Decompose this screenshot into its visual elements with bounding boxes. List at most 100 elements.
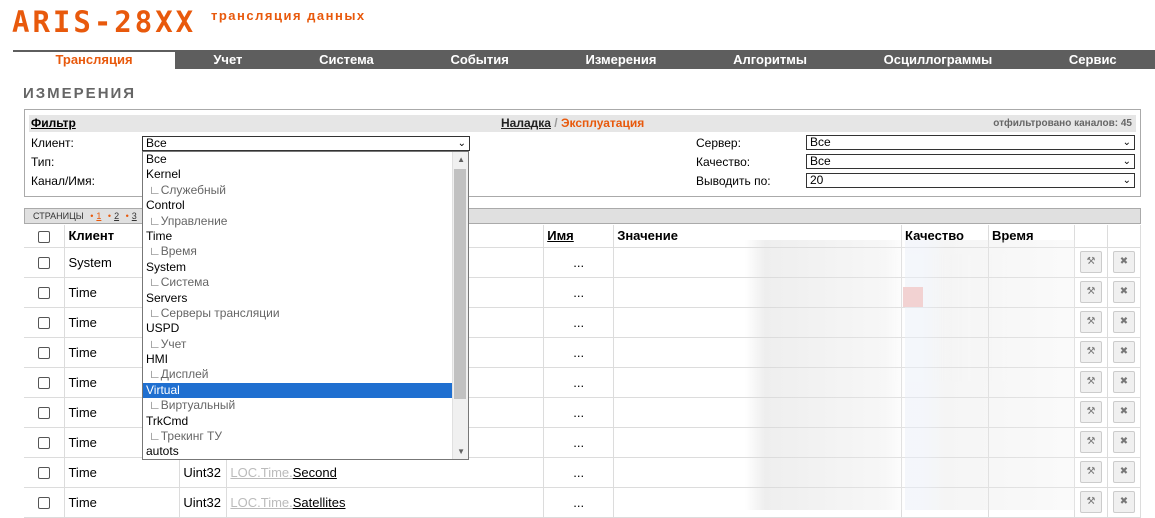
dropdown-option[interactable]: Time [143, 229, 453, 244]
close-icon[interactable]: ✖ [1112, 341, 1135, 363]
dropdown-option[interactable]: HMI [143, 352, 453, 367]
dropdown-option[interactable]: autots [143, 444, 453, 459]
row-checkbox[interactable] [38, 377, 51, 390]
filter-toggle-link[interactable]: Фильтр [31, 116, 76, 130]
header-name[interactable]: Имя [543, 225, 615, 248]
row-checkbox[interactable] [38, 407, 51, 420]
dropdown-option[interactable]: ∟Учет [143, 337, 453, 352]
row-name[interactable]: ... [543, 277, 615, 308]
scroll-down-icon[interactable]: ▼ [457, 447, 465, 456]
client-select[interactable]: Все ⌄ [142, 136, 470, 151]
dropdown-option[interactable]: Servers [143, 291, 453, 306]
row-checkbox[interactable] [38, 497, 51, 510]
row-channel-link[interactable]: Second [293, 465, 337, 480]
close-icon[interactable]: ✖ [1112, 311, 1135, 333]
close-icon[interactable]: ✖ [1112, 431, 1135, 453]
server-label: Сервер: [696, 136, 741, 150]
dropdown-option[interactable]: ∟Трекинг ТУ [143, 429, 453, 444]
row-channel-prefix[interactable]: LOC.Time. [230, 465, 292, 480]
row-name[interactable]: ... [543, 367, 615, 398]
page-link-3[interactable]: 3 [132, 211, 137, 221]
tab-system[interactable]: Система [281, 50, 412, 69]
row-channel-link[interactable]: Satellites [293, 495, 346, 510]
scrollbar-thumb[interactable] [454, 169, 466, 399]
dropdown-option[interactable]: ∟Время [143, 244, 453, 259]
row-checkbox[interactable] [38, 467, 51, 480]
dropdown-option[interactable]: Все [143, 152, 453, 167]
wrench-icon[interactable]: ⚒ [1079, 371, 1102, 393]
dropdown-option[interactable]: Control [143, 198, 453, 213]
quality-select[interactable]: Все ⌄ [806, 154, 1135, 169]
dropdown-option[interactable]: ∟Виртуальный [143, 398, 453, 413]
dropdown-option[interactable]: USPD [143, 321, 453, 336]
row-delete-cell: ✖ [1107, 487, 1142, 518]
mode-switch: Наладка / Эксплуатация [501, 116, 644, 130]
row-name[interactable]: ... [543, 337, 615, 368]
dropdown-option[interactable]: ∟Служебный [143, 183, 453, 198]
tab-measurements[interactable]: Измерения [547, 50, 695, 69]
wrench-icon[interactable]: ⚒ [1079, 401, 1102, 423]
select-all-cell [24, 225, 66, 248]
row-checkbox[interactable] [38, 437, 51, 450]
row-channel-prefix[interactable]: LOC.Time. [230, 495, 292, 510]
page-link-2[interactable]: 2 [114, 211, 119, 221]
tab-translation[interactable]: Трансляция [13, 50, 175, 69]
close-icon[interactable]: ✖ [1112, 251, 1135, 273]
close-icon[interactable]: ✖ [1112, 401, 1135, 423]
dropdown-option[interactable]: ∟Серверы трансляции [143, 306, 453, 321]
row-checkbox[interactable] [38, 347, 51, 360]
close-icon[interactable]: ✖ [1112, 461, 1135, 483]
sort-name-link[interactable]: Имя [547, 228, 574, 243]
filter-header: Фильтр Наладка / Эксплуатация отфильтров… [29, 115, 1136, 132]
client-dropdown-list[interactable]: Все Kernel ∟Служебный Control ∟Управление Tim… [142, 151, 469, 460]
scroll-up-icon[interactable]: ▲ [457, 155, 465, 164]
close-icon[interactable]: ✖ [1112, 371, 1135, 393]
wrench-icon[interactable]: ⚒ [1079, 251, 1102, 273]
dropdown-option[interactable]: Kernel [143, 167, 453, 182]
perpage-select[interactable]: 20 ⌄ [806, 173, 1135, 188]
row-name[interactable]: ... [543, 457, 615, 488]
wrench-icon[interactable]: ⚒ [1079, 431, 1102, 453]
dropdown-option[interactable]: ∟Система [143, 275, 453, 290]
row-name[interactable]: ... [543, 397, 615, 428]
main-nav: Трансляция Учет Система События Измерени… [13, 50, 1155, 69]
wrench-icon[interactable]: ⚒ [1079, 461, 1102, 483]
mode-debug-link[interactable]: Наладка [501, 116, 551, 130]
close-icon[interactable]: ✖ [1112, 281, 1135, 303]
perpage-select-value: 20 [810, 173, 824, 187]
tab-accounting[interactable]: Учет [175, 50, 281, 69]
wrench-icon[interactable]: ⚒ [1079, 341, 1102, 363]
wrench-icon[interactable]: ⚒ [1079, 281, 1102, 303]
row-name[interactable]: ... [543, 307, 615, 338]
row-checkbox-cell [24, 337, 66, 368]
row-name[interactable]: ... [543, 487, 615, 518]
dropdown-scrollbar[interactable]: ▲ ▼ [452, 152, 468, 459]
tab-oscillograms[interactable]: Осциллограммы [845, 50, 1030, 69]
tab-events[interactable]: События [412, 50, 547, 69]
tab-service[interactable]: Сервис [1031, 50, 1155, 69]
dropdown-option[interactable]: System [143, 260, 453, 275]
perpage-label: Выводить по: [696, 174, 771, 188]
row-name[interactable]: ... [543, 427, 615, 458]
select-all-checkbox[interactable] [38, 230, 51, 243]
row-edit-cell: ⚒ [1074, 367, 1108, 398]
close-icon[interactable]: ✖ [1112, 491, 1135, 513]
server-select[interactable]: Все ⌄ [806, 135, 1135, 150]
dropdown-option[interactable]: ∟Управление [143, 214, 453, 229]
row-checkbox-cell [24, 397, 66, 428]
dropdown-option[interactable]: ∟Дисплей [143, 367, 453, 382]
tab-algorithms[interactable]: Алгоритмы [695, 50, 846, 69]
dropdown-option[interactable]: Virtual [143, 382, 453, 399]
chevron-down-icon: ⌄ [1122, 156, 1131, 167]
brand-subtitle: трансляция данных [211, 8, 366, 23]
row-checkbox[interactable] [38, 287, 51, 300]
dropdown-option[interactable]: TrkCmd [143, 414, 453, 429]
row-client: Time [64, 487, 181, 518]
wrench-icon[interactable]: ⚒ [1079, 311, 1102, 333]
wrench-icon[interactable]: ⚒ [1079, 491, 1102, 513]
row-checkbox[interactable] [38, 257, 51, 270]
row-channel: LOC.Time.Satellites [226, 487, 545, 518]
page-link-1[interactable]: 1 [96, 211, 101, 221]
row-checkbox[interactable] [38, 317, 51, 330]
row-name[interactable]: ... [543, 247, 615, 278]
